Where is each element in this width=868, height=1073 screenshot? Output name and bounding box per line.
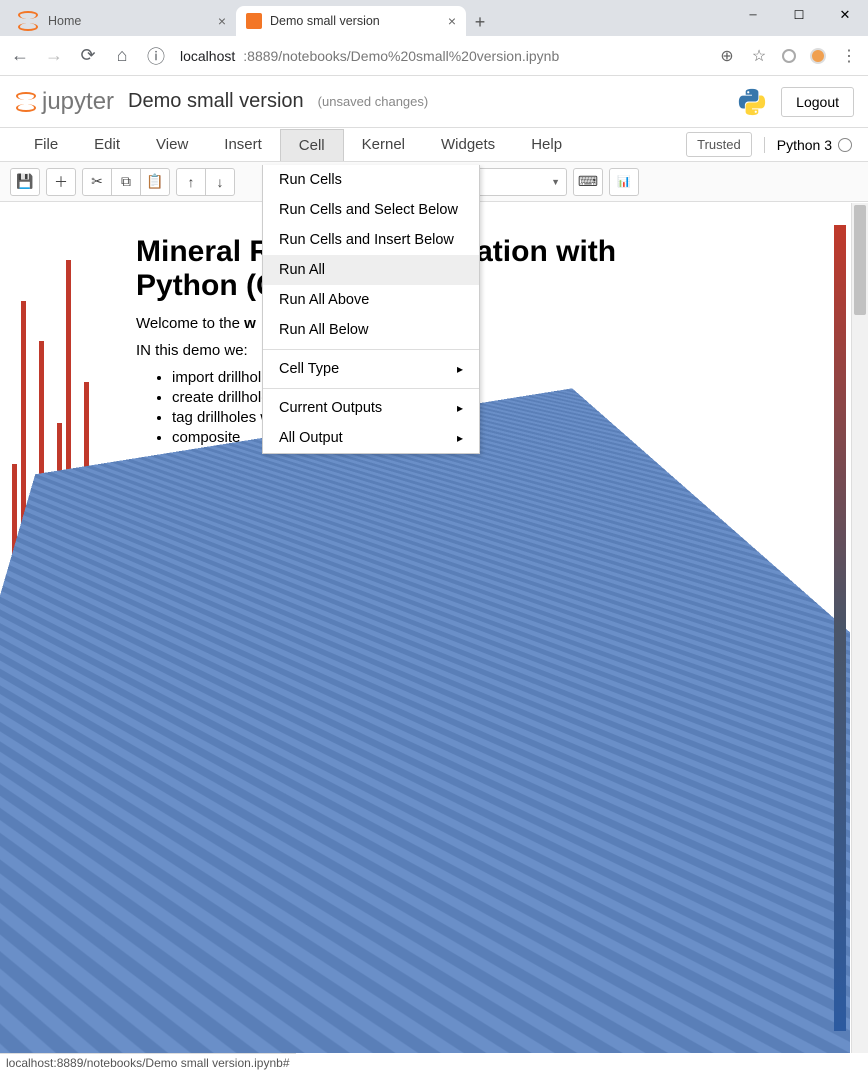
save-status: (unsaved changes) [318,94,429,109]
move-down-button[interactable]: ↓ [205,168,235,196]
move-up-button[interactable]: ↑ [176,168,206,196]
window-maximize-button[interactable] [776,0,822,30]
tab-title: Home [48,14,210,28]
menu-item-run-cells-and-select-below[interactable]: Run Cells and Select Below [263,195,479,225]
kernel-name: Python 3 [777,137,832,153]
menu-edit[interactable]: Edit [76,129,138,161]
viz-grid [548,550,722,686]
menu-item-current-outputs[interactable]: Current Outputs [263,393,479,423]
notebook-favicon-icon [246,13,262,29]
save-button[interactable]: 💾 [10,168,40,196]
extension-icon[interactable] [782,49,796,63]
menu-item-cell-type[interactable]: Cell Type [263,354,479,384]
close-tab-icon[interactable]: × [448,13,456,29]
menu-item-all-output[interactable]: All Output [263,423,479,453]
logout-button[interactable]: Logout [781,87,854,117]
user-profile-icon[interactable] [810,48,826,64]
window-minimize-button[interactable] [730,0,776,30]
python-logo-icon [737,87,767,117]
menu-file[interactable]: File [16,129,76,161]
menu-item-run-cells[interactable]: Run Cells [263,165,479,195]
bookmark-icon[interactable]: ☆ [750,47,768,65]
new-tab-button[interactable]: + [466,8,494,36]
close-tab-icon[interactable]: × [218,13,226,29]
menu-help[interactable]: Help [513,129,580,161]
menu-cell[interactable]: Cell [280,129,344,161]
window-close-button[interactable] [822,0,868,30]
kernel-status-icon [838,138,852,152]
cell-menu-dropdown: Run CellsRun Cells and Select BelowRun C… [262,165,480,454]
jupyter-logo[interactable]: jupyter [14,88,114,116]
jupyter-favicon-icon [16,9,40,33]
notebook-title[interactable]: Demo small version [128,90,304,113]
menu-widgets[interactable]: Widgets [423,129,513,161]
add-cell-button[interactable]: ＋ [46,168,76,196]
menubar: FileEditViewInsertCellKernelWidgetsHelp … [0,128,868,162]
menu-separator [263,349,479,350]
kernel-indicator[interactable]: Python 3 [764,137,852,153]
cut-button[interactable]: ✂ [82,168,112,196]
zoom-icon[interactable]: ⊕ [718,47,736,65]
menu-item-run-all-below[interactable]: Run All Below [263,315,479,345]
menu-insert[interactable]: Insert [206,129,280,161]
paste-button[interactable]: 📋 [140,168,170,196]
nav-forward-button[interactable]: → [44,46,64,66]
scrollbar-thumb[interactable] [854,205,866,315]
colorbar-icon [834,225,846,1031]
nav-home-button[interactable]: ⌂ [112,46,132,66]
visualization-row: ⇨ ⇨ [170,542,722,694]
jupyter-header: jupyter Demo small version (unsaved chan… [0,76,868,128]
menu-item-run-all-above[interactable]: Run All Above [263,285,479,315]
browser-tab-home[interactable]: Home × [6,6,236,36]
trusted-button[interactable]: Trusted [686,132,752,157]
menu-kernel[interactable]: Kernel [344,129,423,161]
jupyter-logo-icon [14,90,38,114]
address-bar: ← → ⟳ ⌂ ⓘ localhost :8889/notebooks/Demo%… [0,36,868,76]
menu-separator [263,388,479,389]
browser-menu-icon[interactable]: ⋮ [840,47,858,65]
menu-view[interactable]: View [138,129,206,161]
menu-item-run-all[interactable]: Run All [263,255,479,285]
nav-reload-button[interactable]: ⟳ [78,46,98,66]
cell-type-select[interactable]: n [467,168,567,196]
url-input[interactable]: localhost :8889/notebooks/Demo%20small%20… [180,48,704,64]
site-info-icon[interactable]: ⓘ [146,46,166,66]
vertical-scrollbar[interactable] [851,203,868,1053]
command-palette-button[interactable]: ⌨ [573,168,603,196]
copy-button[interactable]: ⧉ [111,168,141,196]
url-path: :8889/notebooks/Demo%20small%20version.i… [243,48,559,64]
jupyter-logo-text: jupyter [42,88,114,116]
tab-title: Demo small version [270,14,440,28]
nav-back-button[interactable]: ← [10,46,30,66]
chart-button[interactable]: 📊 [609,168,639,196]
browser-tab-demo[interactable]: Demo small version × [236,6,466,36]
url-host: localhost [180,48,235,64]
status-bar: localhost:8889/notebooks/Demo small vers… [0,1053,296,1073]
menu-item-run-cells-and-insert-below[interactable]: Run Cells and Insert Below [263,225,479,255]
